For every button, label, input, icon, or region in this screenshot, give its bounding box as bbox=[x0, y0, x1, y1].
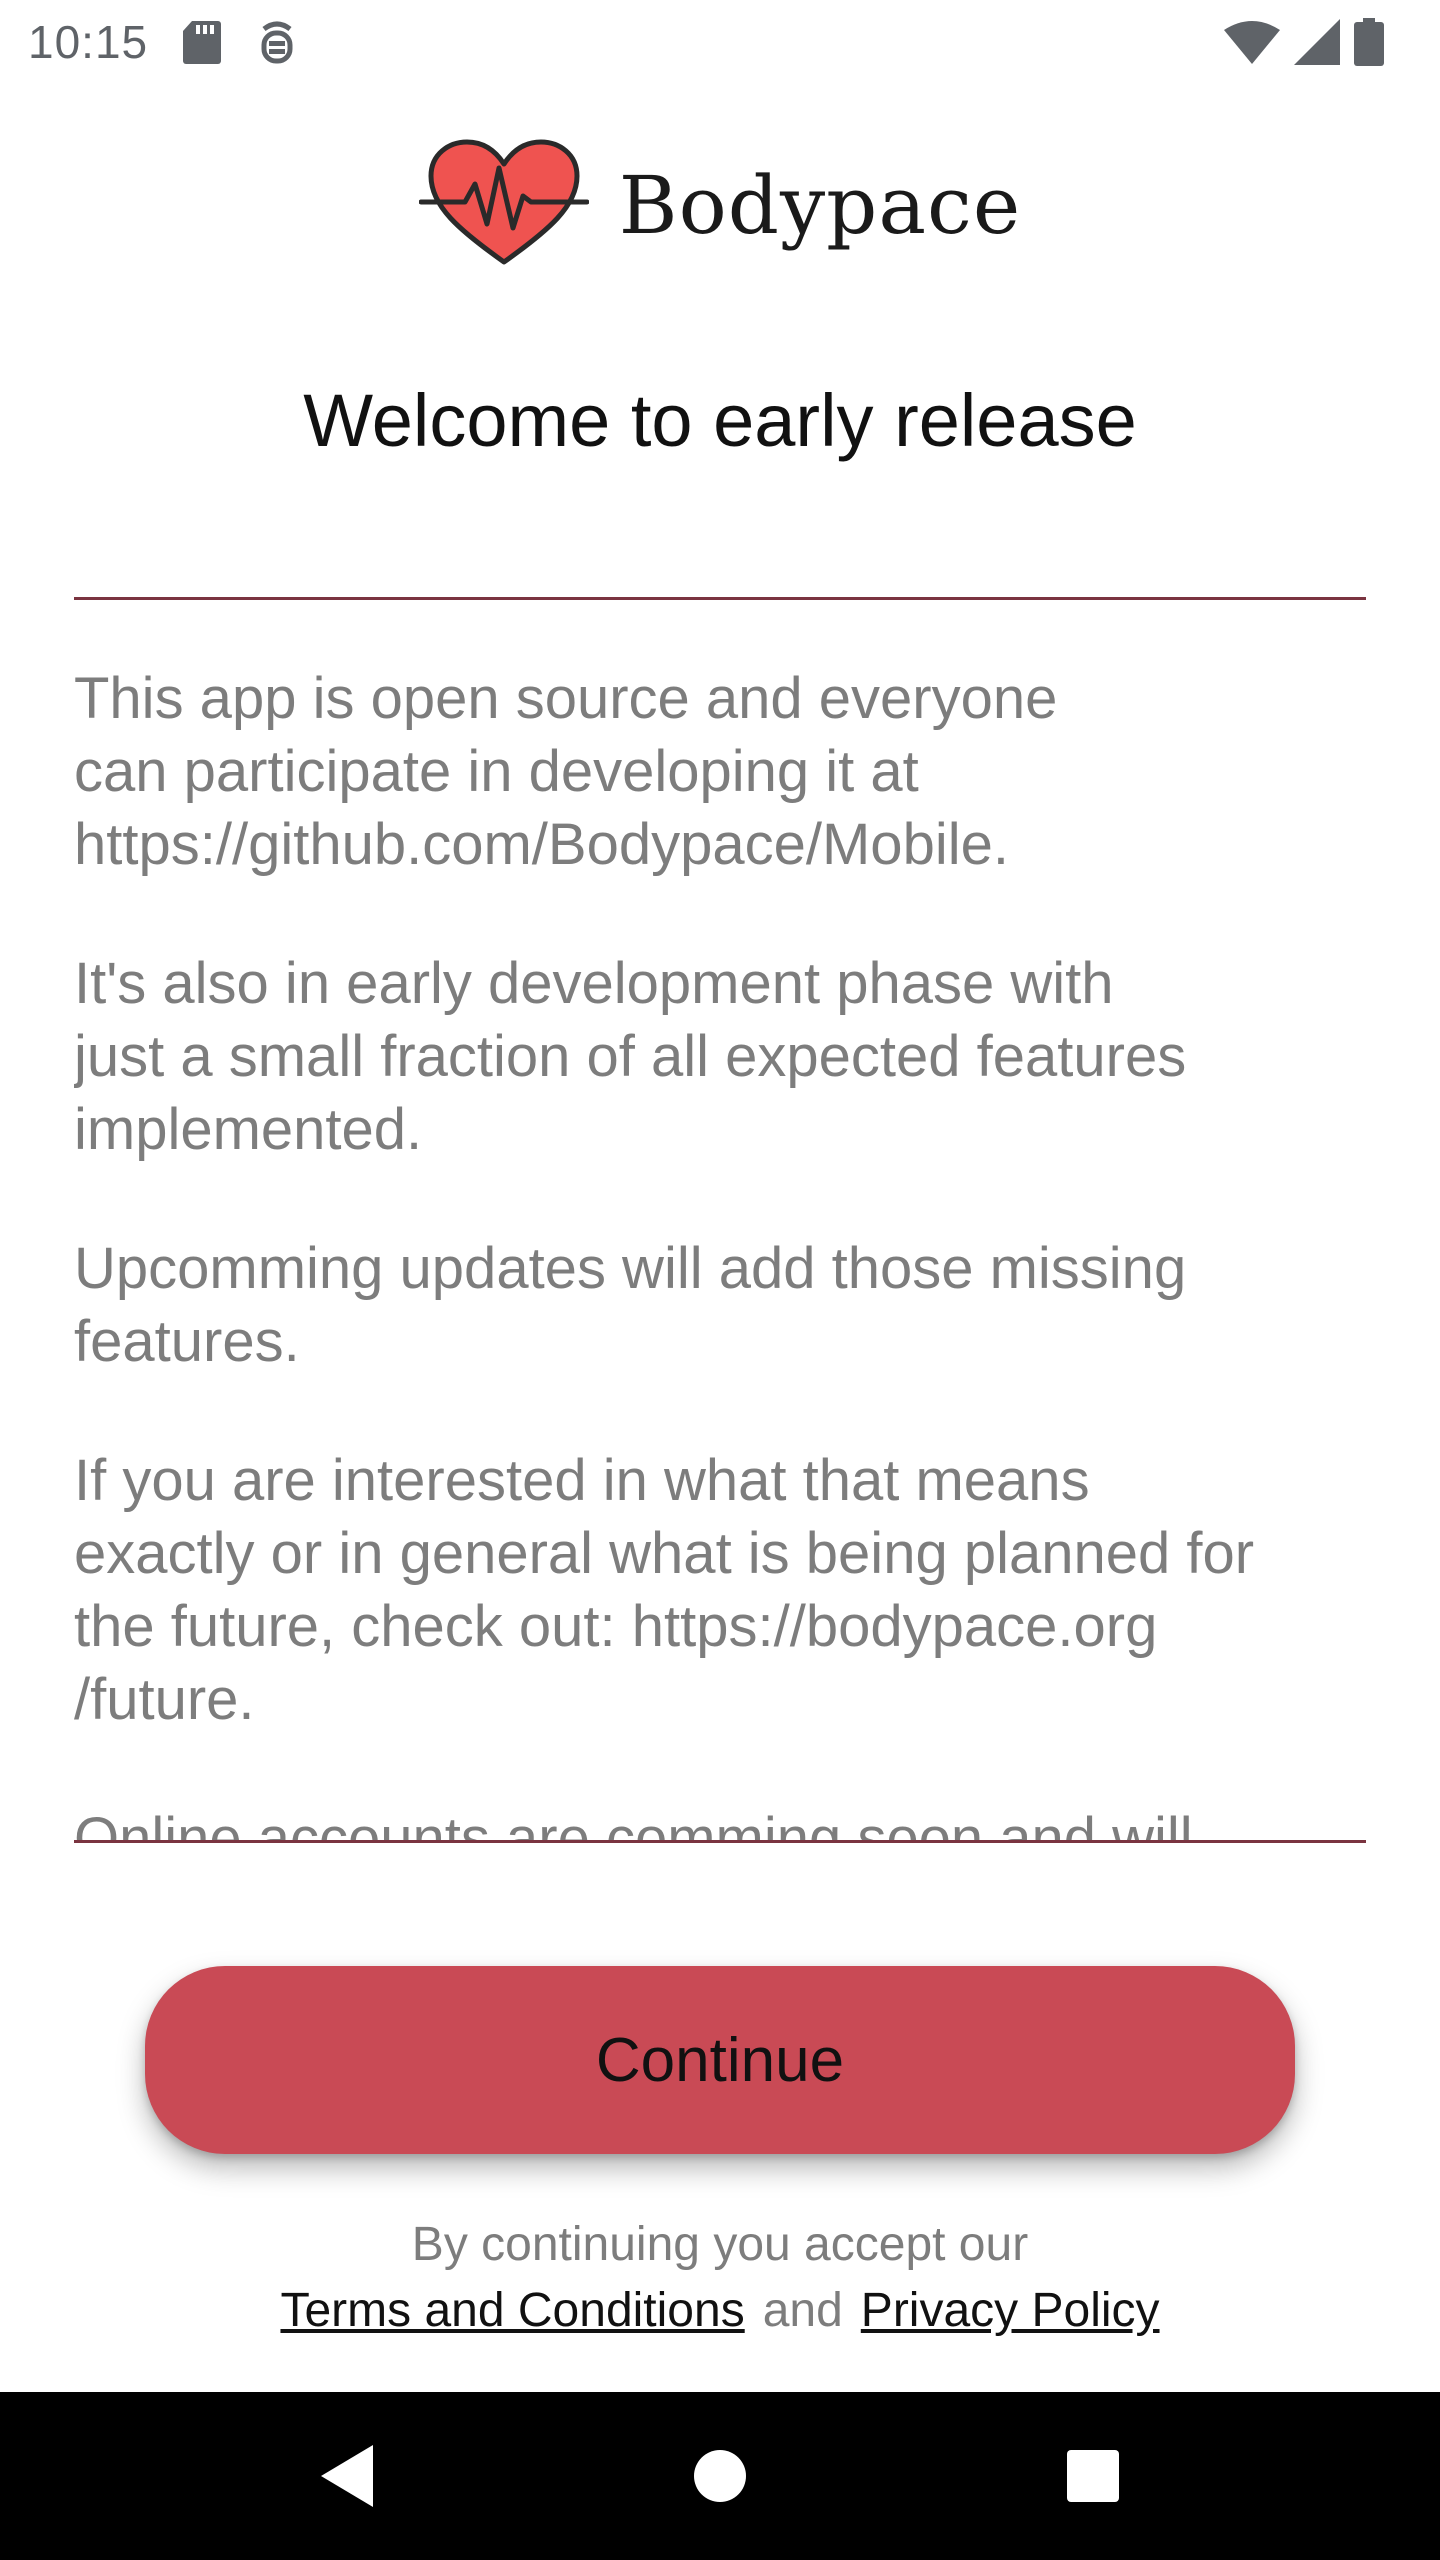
back-button[interactable] bbox=[287, 2416, 407, 2536]
legal-links: Terms and Conditions and Privacy Policy bbox=[0, 2278, 1440, 2344]
brand-name: Bodypace bbox=[618, 158, 1022, 252]
info-paragraph: This app is open source and everyone can … bbox=[74, 662, 1366, 881]
status-right bbox=[1224, 18, 1412, 66]
info-line: just a small fraction of all expected fe… bbox=[74, 1024, 1187, 1089]
screen: 10:15 Bodypace Welcome to early release … bbox=[0, 0, 1440, 2560]
info-line: If you are interested in what that means bbox=[74, 1448, 1090, 1513]
info-line: implemented. bbox=[74, 1097, 423, 1162]
brand-header: Bodypace bbox=[0, 130, 1440, 280]
info-paragraph: If you are interested in what that means… bbox=[74, 1444, 1366, 1736]
info-text: This app is open source and everyone can … bbox=[74, 600, 1366, 1843]
back-triangle-icon bbox=[320, 2445, 373, 2507]
terms-link[interactable]: Terms and Conditions bbox=[280, 2278, 744, 2344]
info-line: /future. bbox=[74, 1667, 255, 1732]
navigation-bar bbox=[0, 2392, 1440, 2560]
page-title: Welcome to early release bbox=[303, 379, 1137, 462]
battery-icon bbox=[1354, 18, 1384, 66]
status-left: 10:15 bbox=[28, 15, 298, 69]
info-line: https://github.com/Bodypace/Mobile. bbox=[74, 812, 1009, 877]
signal-icon bbox=[1294, 19, 1340, 65]
recents-square-icon bbox=[1067, 2450, 1120, 2502]
continue-button[interactable]: Continue bbox=[145, 1966, 1295, 2154]
home-button[interactable] bbox=[660, 2416, 780, 2536]
info-scroll-area[interactable]: This app is open source and everyone can … bbox=[74, 597, 1366, 1843]
info-line: the future, check out: https://bodypace.… bbox=[74, 1594, 1158, 1659]
info-line: Upcomming updates will add those missing bbox=[74, 1236, 1187, 1301]
heart-pulse-icon bbox=[418, 138, 590, 273]
privacy-link[interactable]: Privacy Policy bbox=[861, 2278, 1160, 2344]
info-line: features. bbox=[74, 1309, 300, 1374]
debug-icon bbox=[256, 19, 298, 65]
home-circle-icon bbox=[693, 2450, 746, 2502]
info-line: It's also in early development phase wit… bbox=[74, 951, 1114, 1016]
info-line: exactly or in general what is being plan… bbox=[74, 1521, 1255, 1586]
wifi-icon bbox=[1224, 20, 1280, 64]
recents-button[interactable] bbox=[1033, 2416, 1153, 2536]
legal-notice: By continuing you accept our Terms and C… bbox=[0, 2212, 1440, 2344]
info-line: This app is open source and everyone bbox=[74, 666, 1058, 731]
info-paragraph: Upcomming updates will add those missing… bbox=[74, 1232, 1366, 1378]
status-bar: 10:15 bbox=[0, 0, 1440, 84]
legal-prefix: By continuing you accept our bbox=[411, 2218, 1029, 2271]
info-line: can participate in developing it at bbox=[74, 739, 919, 804]
info-paragraph: It's also in early development phase wit… bbox=[74, 947, 1366, 1166]
info-paragraph: Online accounts are comming soon and wil… bbox=[74, 1802, 1366, 1843]
info-line: Online accounts are comming soon and wil… bbox=[74, 1806, 1193, 1843]
sd-card-icon bbox=[182, 19, 222, 65]
status-time: 10:15 bbox=[28, 16, 149, 68]
legal-and: and bbox=[762, 2284, 843, 2337]
